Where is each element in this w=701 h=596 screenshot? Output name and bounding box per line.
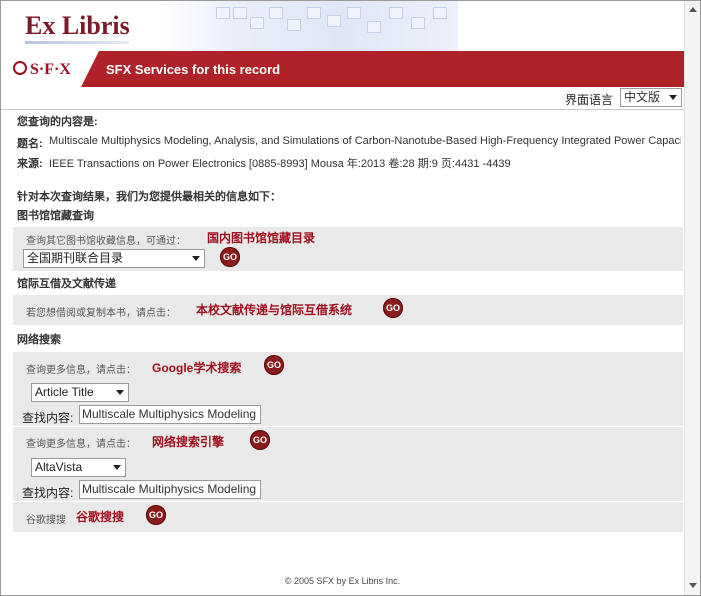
google-scholar-hint: 查询更多信息，请点击： xyxy=(26,365,136,376)
google-search-input[interactable]: Multiscale Multiphysics Modeling xyxy=(79,405,261,424)
chevron-down-icon xyxy=(113,465,121,470)
sfx-title-bar: S·F·X SFX Services for this record xyxy=(1,51,684,87)
ill-hint: 若您想借阅或复制本书，请点击： xyxy=(26,308,176,319)
title-value: Multiscale Multiphysics Modeling, Analys… xyxy=(49,135,681,147)
ill-system-link[interactable]: 本校文献传递与馆际互借系统 xyxy=(196,301,352,318)
web-engine-search-input[interactable]: Multiscale Multiphysics Modeling xyxy=(79,480,261,499)
google-scholar-link[interactable]: Google学术搜索 xyxy=(152,359,241,376)
chevron-down-icon xyxy=(116,390,124,395)
library-catalog-select-value: 全国期刊联合目录 xyxy=(27,251,124,265)
chevron-down-icon xyxy=(669,95,677,100)
vertical-scrollbar[interactable] xyxy=(684,1,700,595)
ill-go-button[interactable]: GO xyxy=(383,298,403,318)
source-value: IEEE Transactions on Power Electronics [… xyxy=(49,158,511,170)
banner-square xyxy=(347,7,361,19)
title-label: 题名: xyxy=(17,138,43,150)
scroll-down-icon[interactable] xyxy=(689,583,697,588)
library-panel: 查询其它图书馆收藏信息，可通过： 国内图书馆馆藏目录 全国期刊联合目录 GO xyxy=(13,226,683,271)
guge-link[interactable]: 谷歌搜搜 xyxy=(76,508,124,525)
web-engine-panel: 查询更多信息，请点击： 网络搜索引擎 GO AltaVista 查找内容: Mu… xyxy=(13,426,683,501)
google-search-label: 查找内容: xyxy=(22,411,74,425)
language-select[interactable]: 中文版 xyxy=(620,88,682,107)
banner-square xyxy=(327,15,341,27)
page-title: SFX Services for this record xyxy=(106,62,281,77)
guge-go-button[interactable]: GO xyxy=(146,505,166,525)
banner-square xyxy=(233,7,247,19)
google-scholar-panel: 查询更多信息，请点击： Google学术搜索 GO Article Title … xyxy=(13,351,683,426)
sfx-wedge xyxy=(81,51,99,87)
banner-square xyxy=(389,7,403,19)
web-engine-hint: 查询更多信息，请点击： xyxy=(26,439,136,450)
language-select-value: 中文版 xyxy=(624,90,661,104)
banner-square xyxy=(250,17,264,29)
banner-square xyxy=(411,17,425,29)
source-label: 来源: xyxy=(17,158,43,170)
query-heading: 您查询的内容是: xyxy=(17,116,98,128)
footer-copyright: © 2005 SFX by Ex Libris Inc. xyxy=(284,576,401,586)
language-row: 界面语言 中文版 xyxy=(1,87,684,110)
logo-underline xyxy=(25,41,129,44)
google-field-select[interactable]: Article Title xyxy=(31,383,129,402)
web-engine-link[interactable]: 网络搜索引擎 xyxy=(152,433,224,450)
sfx-logo: S·F·X xyxy=(13,61,71,79)
banner-square xyxy=(287,19,301,31)
ex-libris-logo: Ex Libris xyxy=(25,11,130,40)
banner-square xyxy=(433,7,447,19)
library-catalog-select[interactable]: 全国期刊联合目录 xyxy=(23,249,205,268)
banner-square xyxy=(367,21,381,33)
google-scholar-go-button[interactable]: GO xyxy=(264,355,284,375)
header-banner xyxy=(161,1,458,51)
library-go-button[interactable]: GO xyxy=(220,247,240,267)
ill-heading: 馆际互借及文献传递 xyxy=(17,278,116,290)
language-label: 界面语言 xyxy=(565,93,614,107)
library-catalog-link[interactable]: 国内图书馆馆藏目录 xyxy=(207,229,315,246)
results-intro: 针对本次查询结果，我们为您提供最相关的信息如下： xyxy=(17,191,281,203)
banner-square xyxy=(269,7,283,19)
chevron-down-icon xyxy=(192,256,200,261)
browser-frame: Ex Libris S·F·X SFX Services for this re… xyxy=(0,0,701,596)
web-engine-select[interactable]: AltaVista xyxy=(31,458,126,477)
banner-square xyxy=(307,7,321,19)
google-field-select-value: Article Title xyxy=(35,385,94,399)
library-hint: 查询其它图书馆收藏信息，可通过： xyxy=(26,236,186,247)
web-engine-search-label: 查找内容: xyxy=(22,486,74,500)
web-engine-go-button[interactable]: GO xyxy=(250,430,270,450)
library-heading: 图书馆馆藏查询 xyxy=(17,210,94,222)
ill-panel: 若您想借阅或复制本书，请点击： 本校文献传递与馆际互借系统 GO xyxy=(13,294,683,325)
sfx-logo-box: S·F·X xyxy=(1,51,81,87)
scroll-up-icon[interactable] xyxy=(689,7,697,12)
sfx-ring-icon xyxy=(13,61,27,75)
header: Ex Libris xyxy=(1,1,684,51)
web-engine-select-value: AltaVista xyxy=(35,460,83,474)
banner-square xyxy=(216,7,230,19)
web-search-heading: 网络搜索 xyxy=(17,334,61,346)
guge-hint: 谷歌搜搜 xyxy=(26,515,66,526)
sfx-logo-text: S·F·X xyxy=(30,61,71,78)
guge-panel: 谷歌搜搜 谷歌搜搜 GO xyxy=(13,501,683,532)
